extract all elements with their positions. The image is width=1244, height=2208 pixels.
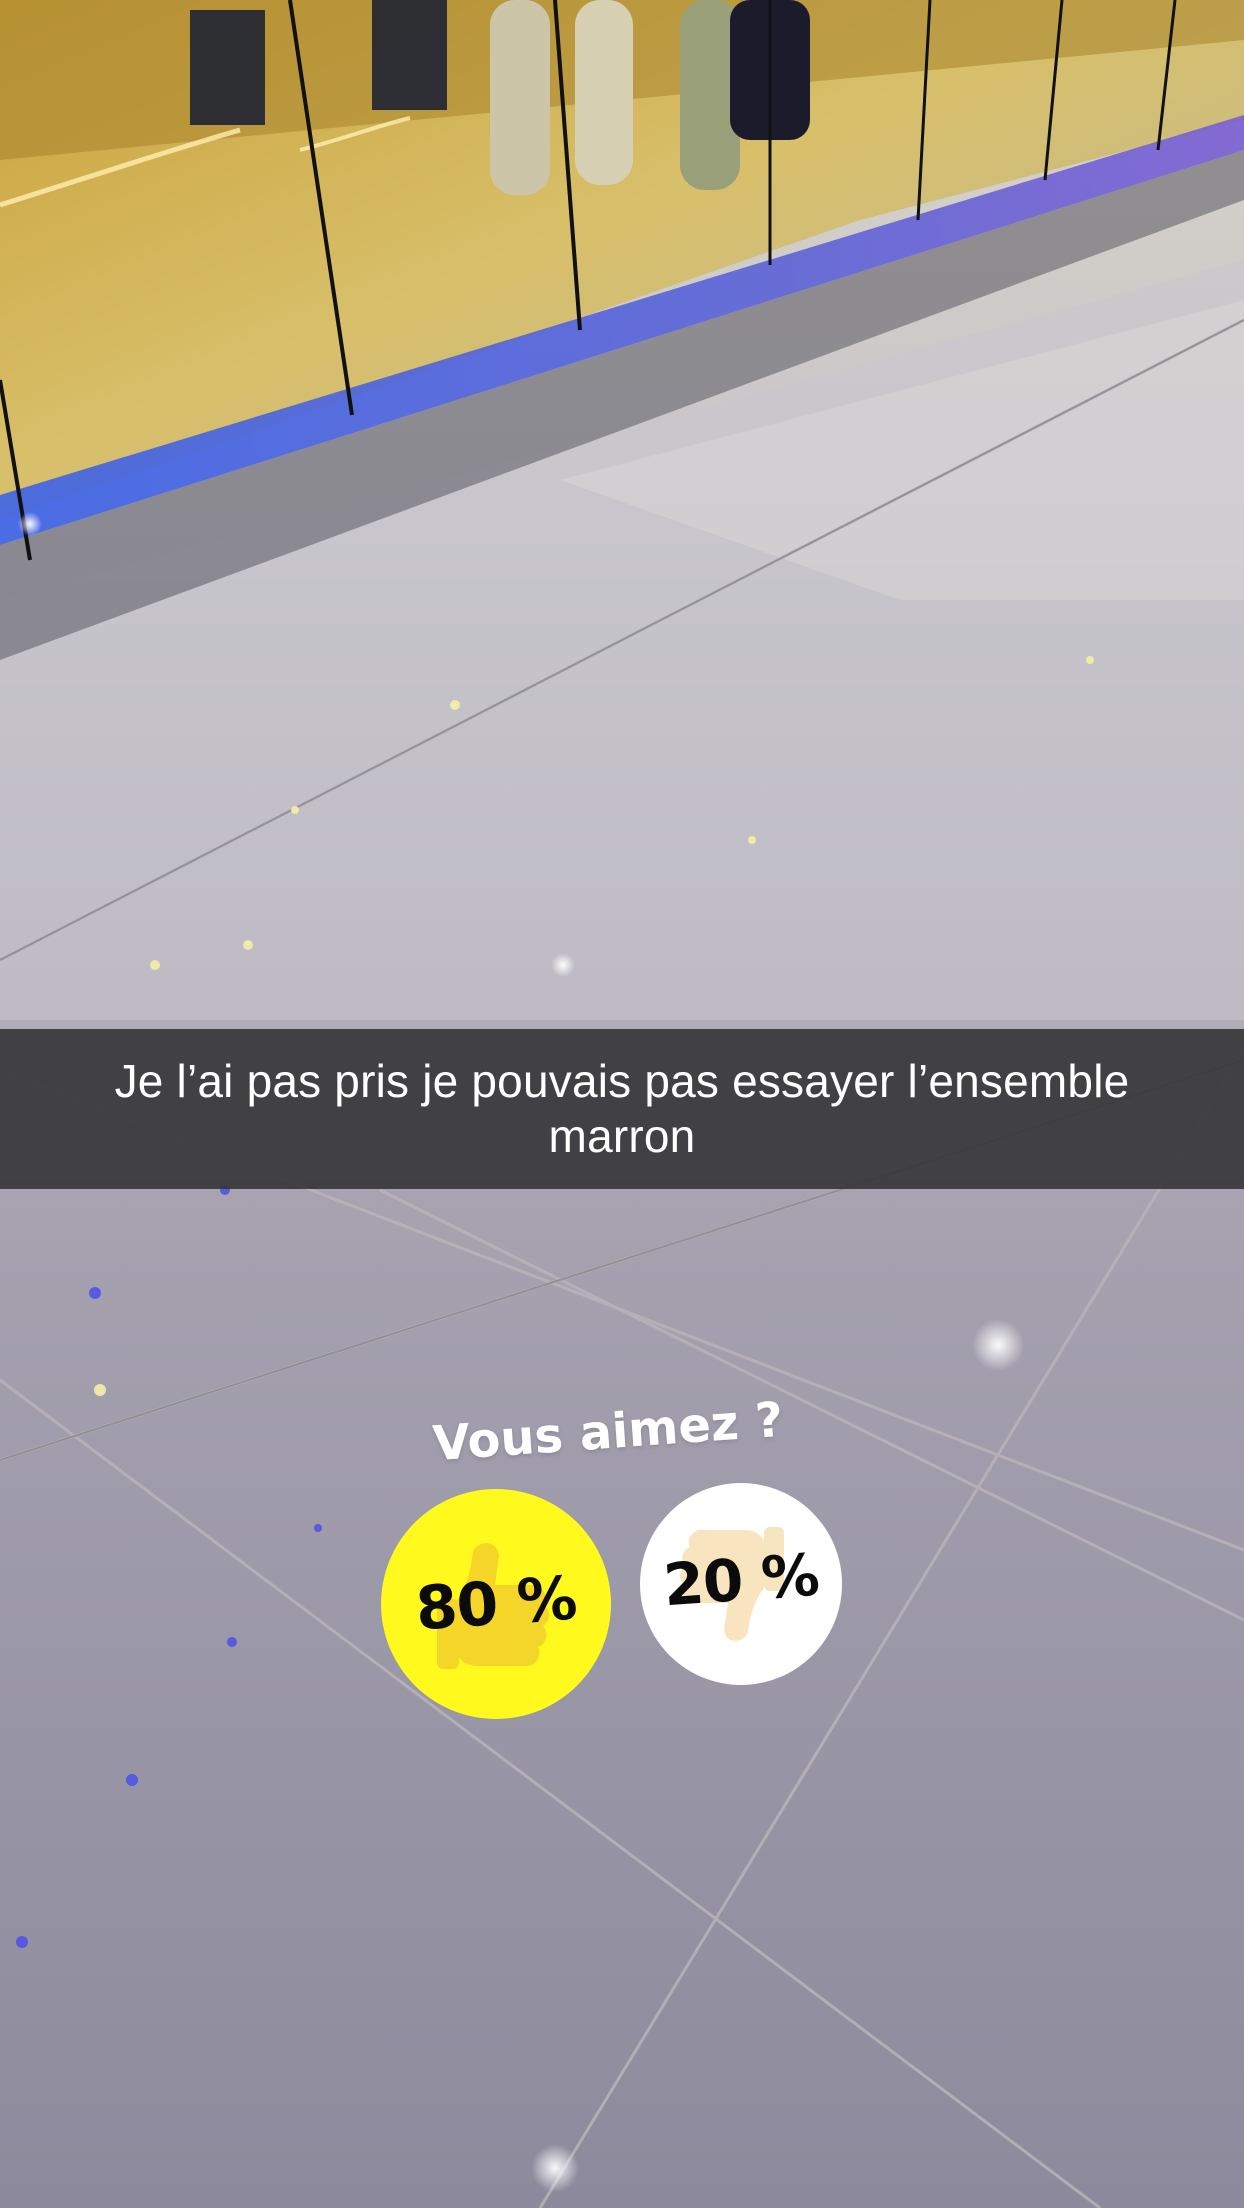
story-screen: Je l’ai pas pris je pouvais pas essayer … [0,0,1244,2208]
poll-no-percent: 20 % [661,1540,821,1620]
caption-bar[interactable]: Je l’ai pas pris je pouvais pas essayer … [0,1029,1244,1189]
poll-option-yes[interactable]: 80 % [381,1489,611,1719]
poll-option-no[interactable]: 20 % [640,1483,842,1685]
caption-text: Je l’ai pas pris je pouvais pas essayer … [114,1055,1130,1162]
